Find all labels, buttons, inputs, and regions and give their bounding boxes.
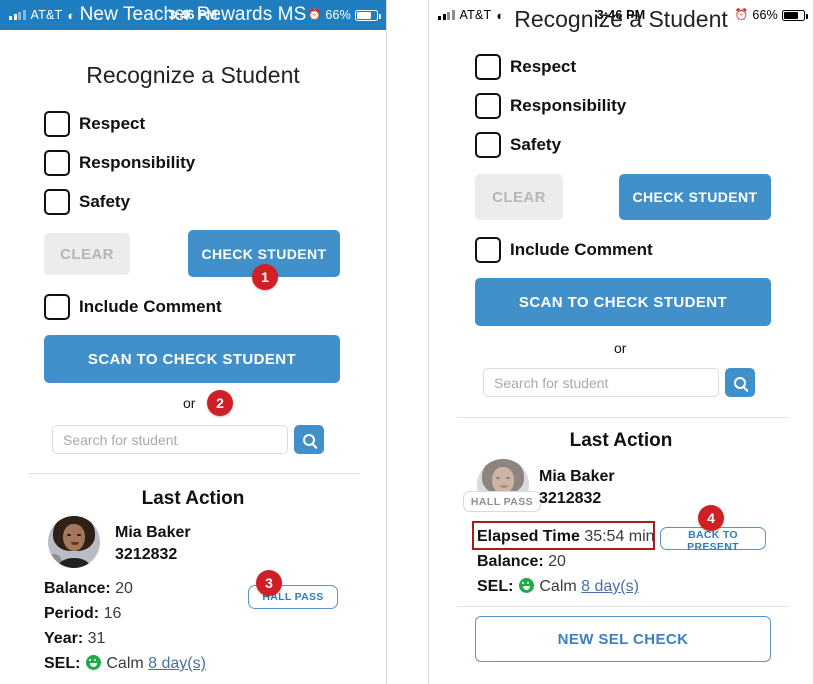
elapsed-time-row: Elapsed Time 35:54 min <box>477 528 655 546</box>
search-row-left <box>52 425 324 454</box>
sel-days-link[interactable]: 8 day(s) <box>581 578 639 595</box>
checkbox-safety-left[interactable]: Safety <box>44 189 130 215</box>
step-marker-3: 3 <box>256 570 282 596</box>
period-value: 16 <box>103 605 122 622</box>
sel-row-left: SEL: Calm 8 day(s) <box>44 655 206 673</box>
check-student-button-right[interactable]: CHECK STUDENT <box>619 174 771 220</box>
sel-row-right: SEL: Calm 8 day(s) <box>477 578 639 596</box>
step-marker-4: 4 <box>698 505 724 531</box>
new-sel-check-button[interactable]: NEW SEL CHECK <box>475 616 771 662</box>
checkbox-label: Responsibility <box>79 153 196 172</box>
last-action-title-right: Last Action <box>569 430 673 451</box>
page-heading-left: Recognize a Student <box>86 62 300 88</box>
app-title-left: New Teacher Rewards MS <box>79 4 307 25</box>
elapsed-time-label: Elapsed Time <box>477 528 580 545</box>
search-button-left[interactable] <box>294 425 324 454</box>
checkbox-label: Respect <box>510 57 577 76</box>
step-marker-1: 1 <box>252 264 278 290</box>
checkbox-label: Safety <box>79 192 131 211</box>
screenshot-root: AT&T ◐ 3:46 PM ⏰ 66% New Teacher Rewards… <box>0 0 814 684</box>
search-input-right[interactable] <box>483 368 719 397</box>
sel-mood: Calm <box>106 655 144 672</box>
year-value: 31 <box>87 630 106 647</box>
checkbox-responsibility-right[interactable]: Responsibility <box>475 93 626 119</box>
checkbox-box-icon[interactable] <box>44 150 70 176</box>
divider-bottom-right <box>457 606 789 607</box>
left-phone-panel: AT&T ◐ 3:46 PM ⏰ 66% New Teacher Rewards… <box>0 0 387 684</box>
smiley-face-icon <box>518 578 534 593</box>
balance-row-left: Balance: 20 <box>44 580 133 598</box>
checkbox-box-icon[interactable] <box>44 294 70 320</box>
search-icon <box>734 376 746 389</box>
student-name-right: Mia Baker <box>539 468 615 485</box>
balance-label: Balance: <box>44 580 111 597</box>
checkbox-label: Respect <box>79 114 146 133</box>
scan-to-check-student-button-left[interactable]: SCAN TO CHECK STUDENT <box>44 335 340 383</box>
right-phone-panel: AT&T ◐ 3:46 PM ⏰ 66% Recognize a Student… <box>428 0 814 684</box>
divider-left <box>28 473 360 474</box>
search-icon <box>303 433 315 446</box>
checkbox-box-icon[interactable] <box>475 54 501 80</box>
sel-mood: Calm <box>539 578 577 595</box>
divider-right <box>457 417 789 418</box>
period-row-left: Period: 16 <box>44 605 121 623</box>
balance-row-right: Balance: 20 <box>477 553 566 571</box>
balance-label: Balance: <box>477 553 544 570</box>
last-action-title-left: Last Action <box>141 488 245 509</box>
clear-button-right[interactable]: CLEAR <box>475 174 563 220</box>
sel-label: SEL: <box>44 655 81 672</box>
search-row-right <box>483 368 755 397</box>
elapsed-time-value: 35:54 min <box>584 528 655 545</box>
student-id-left: 3212832 <box>115 546 178 563</box>
checkbox-include-comment-left[interactable]: Include Comment <box>44 294 222 320</box>
checkbox-safety-right[interactable]: Safety <box>475 132 561 158</box>
or-text-left: or <box>183 395 196 411</box>
balance-value: 20 <box>548 553 566 570</box>
checkbox-label: Safety <box>510 135 562 154</box>
checkbox-responsibility-left[interactable]: Responsibility <box>44 150 195 176</box>
search-input-left[interactable] <box>52 425 288 454</box>
checkbox-respect-left[interactable]: Respect <box>44 111 145 137</box>
hall-pass-badge-right: HALL PASS <box>463 491 541 512</box>
checkbox-box-icon[interactable] <box>44 111 70 137</box>
checkbox-box-icon[interactable] <box>475 237 501 263</box>
checkbox-label: Include Comment <box>79 297 222 316</box>
search-button-right[interactable] <box>725 368 755 397</box>
checkbox-label: Include Comment <box>510 240 653 259</box>
checkbox-box-icon[interactable] <box>475 132 501 158</box>
checkbox-include-comment-right[interactable]: Include Comment <box>475 237 653 263</box>
step-marker-2: 2 <box>207 390 233 416</box>
year-row-left: Year: 31 <box>44 630 105 648</box>
scan-to-check-student-button-right[interactable]: SCAN TO CHECK STUDENT <box>475 278 771 326</box>
checkbox-label: Responsibility <box>510 96 627 115</box>
or-text-right: or <box>614 340 627 356</box>
sel-days-link[interactable]: 8 day(s) <box>148 655 206 672</box>
checkbox-box-icon[interactable] <box>44 189 70 215</box>
checkbox-box-icon[interactable] <box>475 93 501 119</box>
student-avatar-left <box>48 516 100 568</box>
smiley-face-icon <box>85 655 101 670</box>
period-label: Period: <box>44 605 100 622</box>
checkbox-respect-right[interactable]: Respect <box>475 54 576 80</box>
balance-value: 20 <box>115 580 133 597</box>
page-heading-right: Recognize a Student <box>514 6 728 32</box>
clear-button-left[interactable]: CLEAR <box>44 233 130 275</box>
student-id-right: 3212832 <box>539 490 602 507</box>
year-label: Year: <box>44 630 84 647</box>
sel-label: SEL: <box>477 578 514 595</box>
student-name-left: Mia Baker <box>115 524 191 541</box>
